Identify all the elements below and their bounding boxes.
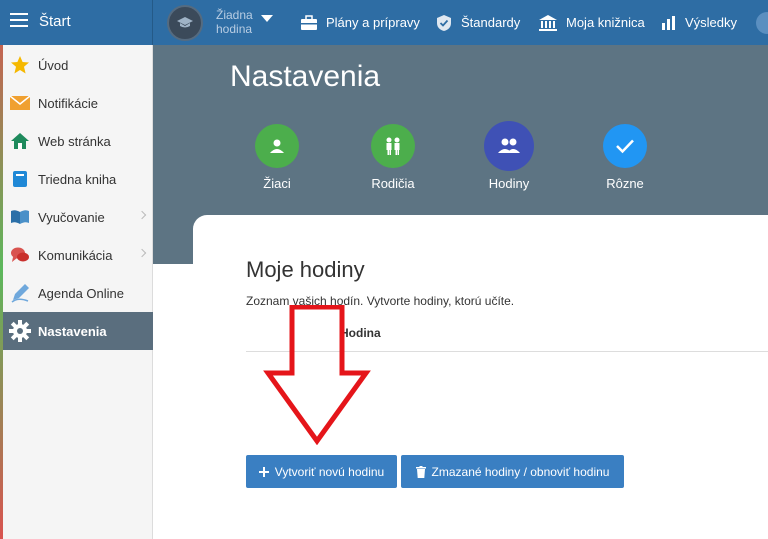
nav-kniznica[interactable]: Moja knižnica	[538, 0, 645, 45]
sidebar-item-label: Triedna kniha	[38, 171, 117, 187]
nav-standardy-label: Štandardy	[461, 15, 521, 30]
tab-hodiny[interactable]	[484, 121, 534, 171]
parents-icon	[386, 137, 400, 155]
card-title: Moje hodiny	[246, 257, 365, 282]
bar-chart-icon	[662, 15, 675, 30]
class-selector-line1: Žiadna	[216, 8, 253, 22]
sidebar-item-agenda[interactable]: Agenda Online	[3, 274, 153, 312]
trash-icon	[415, 465, 426, 478]
nav-vysledky-label: Výsledky	[685, 15, 738, 30]
envelope-icon	[9, 92, 31, 114]
gear-icon	[9, 320, 31, 342]
chat-icon	[9, 244, 31, 266]
sidebar-item-label: Agenda Online	[38, 285, 125, 301]
briefcase-icon	[301, 14, 317, 30]
star-icon	[9, 54, 31, 76]
start-label: Štart	[39, 13, 71, 30]
page-title: Nastavenia	[230, 60, 381, 93]
tab-hodiny-label: Hodiny	[488, 176, 530, 191]
plus-icon	[258, 466, 269, 477]
sidebar-item-komunikacia[interactable]: Komunikácia	[3, 236, 153, 274]
sidebar-item-label: Komunikácia	[38, 247, 113, 263]
home-icon	[9, 130, 31, 152]
tab-ziaci-label: Žiaci	[263, 176, 291, 191]
open-book-icon	[9, 206, 31, 228]
sidebar-item-web[interactable]: Web stránka	[3, 122, 153, 160]
sidebar: Úvod Notifikácie Web stránka Triedna kni…	[3, 45, 153, 539]
chevron-right-icon	[137, 210, 147, 220]
sidebar-item-label: Notifikácie	[38, 95, 98, 111]
tab-rodicia[interactable]	[371, 124, 415, 168]
class-selector[interactable]: Žiadna hodina	[153, 0, 283, 45]
class-selector-line2: hodina	[216, 22, 253, 36]
sidebar-item-notifikacie[interactable]: Notifikácie	[3, 84, 153, 122]
tab-ziaci[interactable]	[255, 124, 299, 168]
nav-standardy[interactable]: Štandardy	[435, 0, 520, 45]
nav-kniznica-label: Moja knižnica	[566, 15, 645, 30]
student-icon	[270, 139, 284, 153]
create-class-button[interactable]: Vytvoriť novú hodinu	[246, 455, 397, 488]
start-button[interactable]: Štart	[0, 0, 153, 45]
chevron-right-icon	[137, 248, 147, 258]
shield-check-icon	[437, 14, 451, 31]
sidebar-item-label: Web stránka	[38, 133, 111, 149]
deleted-classes-label: Zmazané hodiny / obnoviť hodinu	[431, 464, 610, 479]
sidebar-item-vyucovanie[interactable]: Vyučovanie	[3, 198, 153, 236]
library-icon	[539, 14, 557, 31]
nav-plany-label: Plány a prípravy	[326, 15, 420, 30]
pen-icon	[9, 282, 31, 304]
sidebar-item-triedna-kniha[interactable]: Triedna kniha	[3, 160, 153, 198]
tab-rozne[interactable]	[603, 124, 647, 168]
check-icon	[616, 139, 634, 154]
sidebar-item-label: Úvod	[38, 57, 69, 73]
book-icon	[9, 168, 31, 190]
deleted-classes-button[interactable]: Zmazané hodiny / obnoviť hodinu	[401, 455, 624, 488]
chevron-down-icon	[261, 15, 273, 22]
class-selector-label: Žiadna hodina	[216, 8, 253, 36]
sidebar-item-label: Vyučovanie	[38, 209, 105, 225]
graduation-cap-icon	[167, 5, 203, 41]
sidebar-item-nastavenia[interactable]: Nastavenia	[3, 312, 153, 350]
hamburger-menu-icon[interactable]	[10, 13, 28, 27]
nav-vysledky[interactable]: Výsledky	[661, 0, 737, 45]
sidebar-item-uvod[interactable]: Úvod	[3, 46, 153, 84]
tab-rodicia-label: Rodičia	[371, 176, 415, 191]
create-class-label: Vytvoriť novú hodinu	[274, 464, 385, 479]
nav-plany[interactable]: Plány a prípravy	[300, 0, 420, 45]
tab-rozne-label: Rôzne	[606, 176, 644, 191]
people-icon	[498, 138, 520, 153]
down-arrow-annotation	[263, 305, 371, 445]
sidebar-item-label: Nastavenia	[38, 323, 107, 339]
